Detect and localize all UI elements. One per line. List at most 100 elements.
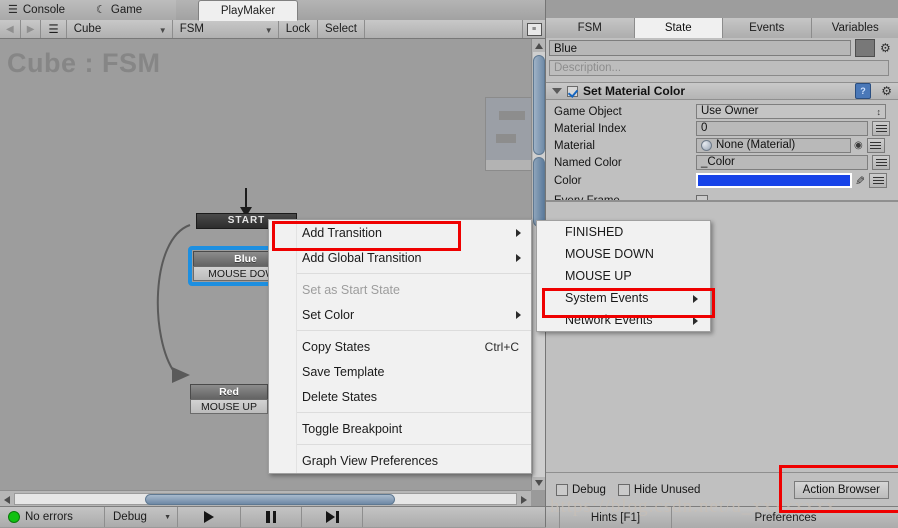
object-dropdown[interactable]: Cube ▼ (67, 20, 173, 38)
debug-dropdown-label: Debug (113, 511, 147, 523)
tab-console[interactable]: ☰ Console (0, 0, 88, 20)
vscroll-thumb[interactable] (533, 55, 545, 155)
variable-menu-button[interactable] (872, 121, 890, 136)
select-button[interactable]: Select (318, 20, 365, 38)
state-node-red[interactable]: Red MOUSE UP (190, 384, 268, 414)
menu-item-label: Toggle Breakpoint (302, 422, 402, 436)
submenu-item-mouse-up[interactable]: MOUSE UP (537, 265, 710, 287)
variable-menu-button[interactable] (872, 155, 890, 170)
menu-item-set-color[interactable]: Set Color (269, 302, 531, 327)
tab-fsm[interactable]: FSM (546, 18, 635, 38)
menu-item-label: Add Transition (302, 226, 382, 240)
add-transition-submenu[interactable]: FINISHED MOUSE DOWN MOUSE UP System Even… (536, 220, 711, 332)
chevron-right-icon (693, 317, 698, 325)
vscroll-thumb-active[interactable] (533, 157, 545, 227)
description-input[interactable]: Description... (549, 60, 889, 76)
menu-item-add-global-transition[interactable]: Add Global Transition (269, 245, 531, 270)
preferences-button[interactable]: Preferences (672, 507, 898, 528)
variable-menu-button[interactable] (869, 173, 887, 188)
hints-gutter (546, 507, 560, 528)
graph-horizontal-scrollbar[interactable] (0, 490, 531, 507)
tab-playmaker[interactable]: PlayMaker (198, 0, 298, 21)
status-spacer (363, 507, 545, 527)
status-bar: No errors Debug ▼ (0, 506, 545, 527)
menu-item-toggle-breakpoint[interactable]: Toggle Breakpoint (269, 416, 531, 441)
tab-state[interactable]: State (635, 18, 724, 38)
submenu-item-finished[interactable]: FINISHED (537, 221, 710, 243)
action-enabled-checkbox[interactable] (567, 86, 578, 97)
chevron-down-icon[interactable] (552, 88, 562, 94)
tab-game[interactable]: ☾ Game (88, 0, 176, 20)
named-color-input[interactable]: _Color (696, 155, 868, 170)
step-button[interactable] (302, 507, 363, 527)
scroll-left-icon[interactable] (4, 496, 10, 504)
state-name-input[interactable]: Blue (549, 40, 851, 56)
tab-events[interactable]: Events (723, 18, 812, 38)
state-event[interactable]: MOUSE UP (190, 399, 268, 414)
inspector-top-strip (546, 0, 898, 18)
gear-icon[interactable]: ⚙ (881, 85, 892, 97)
state-title: Red (190, 384, 268, 399)
variable-menu-button[interactable] (867, 138, 885, 153)
hints-button[interactable]: Hints [F1] (560, 507, 672, 528)
chevron-down-icon: ▼ (265, 26, 273, 35)
menu-item-label: Delete States (302, 390, 377, 404)
chevron-right-icon (516, 254, 521, 262)
debug-dropdown[interactable]: Debug ▼ (105, 507, 178, 527)
page-title: Cube : FSM (7, 48, 161, 79)
scroll-right-icon[interactable] (521, 496, 527, 504)
action-browser-button[interactable]: Action Browser (794, 481, 889, 499)
chevron-right-icon (693, 295, 698, 303)
menu-button[interactable]: ☰ (41, 20, 66, 38)
error-status[interactable]: No errors (0, 507, 105, 527)
back-button[interactable]: ◀ (0, 20, 21, 38)
inspector-bottom-options: Debug Hide Unused Action Browser (546, 472, 898, 507)
object-picker-icon[interactable]: ◉ (854, 140, 863, 151)
tab-console-label: Console (23, 4, 65, 16)
submenu-item-system-events[interactable]: System Events (537, 287, 710, 309)
material-object-field[interactable]: None (Material) (696, 138, 851, 153)
hscroll-thumb[interactable] (145, 494, 395, 505)
help-book-icon[interactable]: ? (855, 83, 871, 99)
debug-checkbox[interactable] (556, 484, 568, 496)
color-field[interactable] (696, 173, 852, 188)
tab-variables[interactable]: Variables (812, 18, 898, 38)
game-object-dropdown[interactable]: Use Owner ↕ (696, 104, 886, 119)
window-tab-strip: ☰ Console ☾ Game PlayMaker (0, 0, 545, 21)
hide-unused-checkbox[interactable] (618, 484, 630, 496)
menu-item-save-template[interactable]: Save Template (269, 359, 531, 384)
pause-button[interactable] (241, 507, 302, 527)
gear-icon[interactable]: ⚙ (880, 42, 891, 54)
layout-button[interactable]: ≡ (522, 20, 545, 38)
forward-button[interactable]: ▶ (21, 20, 42, 38)
menu-item-graph-view-preferences[interactable]: Graph View Preferences (269, 448, 531, 473)
state-context-menu[interactable]: Add Transition Add Global Transition Set… (268, 219, 532, 474)
menu-item-copy-states[interactable]: Copy States Ctrl+C (269, 334, 531, 359)
play-icon (204, 511, 214, 523)
fsm-dropdown[interactable]: FSM ▼ (173, 20, 279, 38)
property-label: Game Object (546, 106, 696, 118)
graph-minimap[interactable] (485, 97, 531, 171)
play-button[interactable] (178, 507, 241, 527)
submenu-item-mouse-down[interactable]: MOUSE DOWN (537, 243, 710, 265)
chevron-right-icon (516, 311, 521, 319)
lock-button[interactable]: Lock (279, 20, 318, 38)
property-label: Material (546, 140, 696, 152)
hamburger-icon: ☰ (48, 22, 58, 36)
graph-toolbar: ◀ ▶ ☰ Cube ▼ FSM ▼ Lock Select ≡ (0, 20, 545, 39)
menu-item-label: Set Color (302, 308, 354, 322)
minimap-footer (486, 160, 531, 170)
state-color-swatch[interactable] (855, 39, 875, 57)
scroll-down-icon[interactable] (535, 480, 543, 486)
submenu-item-network-events[interactable]: Network Events (537, 309, 710, 331)
scroll-up-icon[interactable] (535, 43, 543, 49)
menu-item-add-transition[interactable]: Add Transition (269, 220, 531, 245)
submenu-item-label: MOUSE DOWN (565, 247, 654, 261)
lock-label: Lock (286, 23, 310, 35)
menu-item-delete-states[interactable]: Delete States (269, 384, 531, 409)
material-index-input[interactable]: 0 (696, 121, 868, 136)
submenu-item-label: Network Events (565, 313, 653, 327)
action-title: Set Material Color (583, 84, 685, 98)
material-icon (701, 140, 712, 151)
eyedropper-icon[interactable]: ✎ (855, 174, 865, 188)
